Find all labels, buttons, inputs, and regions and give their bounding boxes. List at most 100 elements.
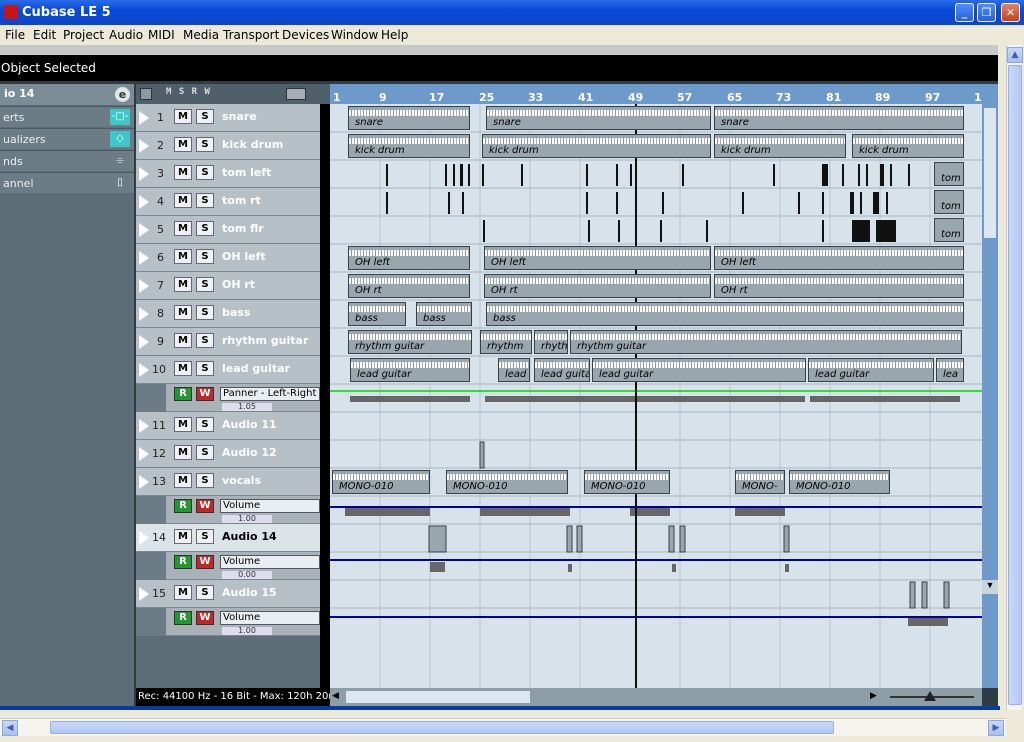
scroll-right-icon[interactable]: ▶	[988, 720, 1004, 736]
audio-event[interactable]: lead	[498, 358, 530, 382]
expand-arrow-icon[interactable]	[139, 167, 149, 181]
track-row[interactable]: 12 M S Audio 12	[136, 440, 330, 468]
audio-event[interactable]: MONO-010	[789, 470, 890, 494]
audio-event[interactable]: bass	[486, 302, 964, 326]
expand-arrow-icon[interactable]	[139, 335, 149, 349]
expand-arrow-icon[interactable]	[139, 363, 149, 377]
mute-button[interactable]: M	[174, 221, 192, 236]
track-name[interactable]: OH rt	[222, 278, 255, 291]
menu-transport[interactable]: Transport	[223, 28, 279, 42]
inspector-track-title[interactable]: io 14 e	[0, 84, 134, 105]
inspector-section-channel[interactable]: annel ▯	[0, 172, 134, 193]
audio-event[interactable]: snare	[486, 106, 711, 130]
solo-button[interactable]: S	[196, 249, 214, 264]
audio-event[interactable]: lea	[936, 358, 964, 382]
mute-button[interactable]: M	[174, 277, 192, 292]
solo-button[interactable]: S	[196, 585, 214, 600]
automation-parameter-select[interactable]: Volume	[220, 555, 320, 569]
window-vertical-scrollbar[interactable]: ▲	[1006, 45, 1023, 710]
solo-button[interactable]: S	[196, 361, 214, 376]
automation-lane[interactable]: R W Volume 1.00	[136, 496, 330, 524]
track-name[interactable]: OH left	[222, 250, 266, 263]
expand-arrow-icon[interactable]	[139, 475, 149, 489]
solo-button[interactable]: S	[196, 165, 214, 180]
read-automation-button[interactable]: R	[174, 499, 192, 513]
track-name[interactable]: tom left	[222, 166, 271, 179]
audio-event[interactable]: rhyth	[534, 330, 568, 354]
track-row[interactable]: 6 M S OH left	[136, 244, 330, 272]
mute-button[interactable]: M	[174, 249, 192, 264]
track-name[interactable]: snare	[222, 110, 257, 123]
solo-button[interactable]: S	[196, 445, 214, 460]
solo-button[interactable]: S	[196, 333, 214, 348]
track-name[interactable]: tom flr	[222, 222, 264, 235]
scroll-thumb[interactable]	[346, 691, 530, 703]
audio-event[interactable]: OH rt	[714, 274, 964, 298]
solo-button[interactable]: S	[196, 277, 214, 292]
track-row[interactable]: 13 M Svocals	[136, 468, 330, 496]
mute-button[interactable]: M	[174, 193, 192, 208]
automation-lane[interactable]: R W Volume 0.00	[136, 552, 330, 580]
solo-button[interactable]: S	[196, 137, 214, 152]
track-row[interactable]: 3 M Stom left	[136, 160, 330, 188]
solo-button[interactable]: S	[196, 473, 214, 488]
track-name[interactable]: bass	[222, 306, 250, 319]
mute-button[interactable]: M	[174, 361, 192, 376]
track-name[interactable]: lead guitar	[222, 362, 290, 375]
audio-event[interactable]: rhythm	[480, 330, 532, 354]
expand-arrow-icon[interactable]	[139, 419, 149, 433]
inspector-section-sends[interactable]: nds ⌯	[0, 150, 134, 171]
audio-event[interactable]: OH left	[714, 246, 964, 270]
inserts-icon[interactable]: -□-	[110, 109, 130, 125]
scroll-right-icon[interactable]: ▶	[870, 690, 882, 704]
event-display[interactable]	[330, 104, 982, 688]
write-automation-button[interactable]: W	[196, 611, 214, 625]
menu-window[interactable]: Window	[331, 28, 378, 42]
audio-event[interactable]: OH rt	[348, 274, 470, 298]
menu-edit[interactable]: Edit	[33, 28, 56, 42]
audio-event[interactable]: OH left	[484, 246, 711, 270]
scroll-thumb[interactable]	[50, 721, 834, 734]
write-automation-button[interactable]: W	[196, 499, 214, 513]
audio-event[interactable]: kick drum	[482, 134, 711, 158]
menu-project[interactable]: Project	[63, 28, 104, 42]
track-row[interactable]: 15 M S Audio 15	[136, 580, 330, 608]
track-row[interactable]: 5 M Stom flr	[136, 216, 330, 244]
expand-arrow-icon[interactable]	[139, 279, 149, 293]
audio-event[interactable]: tom	[934, 162, 964, 186]
mute-button[interactable]: M	[174, 137, 192, 152]
track-list-menu-icon[interactable]	[140, 88, 152, 100]
automation-lane[interactable]: R W Panner - Left-Right 1.05	[136, 384, 330, 412]
track-name[interactable]: tom rt	[222, 194, 261, 207]
menu-file[interactable]: File	[5, 28, 25, 42]
scroll-up-icon[interactable]: ▲	[1007, 47, 1023, 63]
audio-event[interactable]: MONO-010	[332, 470, 430, 494]
automation-parameter-select[interactable]: Panner - Left-Right	[220, 387, 320, 401]
track-row[interactable]: 8 M Sbass	[136, 300, 330, 328]
audio-event[interactable]: bass	[416, 302, 472, 326]
track-name[interactable]: vocals	[222, 474, 261, 487]
track-row[interactable]: 9 M Srhythm guitar	[136, 328, 330, 356]
mute-button[interactable]: M	[174, 445, 192, 460]
solo-button[interactable]: S	[196, 417, 214, 432]
menu-help[interactable]: Help	[381, 28, 408, 42]
menu-devices[interactable]: Devices	[282, 28, 329, 42]
expand-arrow-icon[interactable]	[139, 587, 149, 601]
track-name[interactable]: Audio 11	[222, 418, 277, 431]
mute-button[interactable]: M	[174, 165, 192, 180]
menu-midi[interactable]: MIDI	[148, 28, 175, 42]
track-row[interactable]: 4 M Stom rt	[136, 188, 330, 216]
scroll-thumb[interactable]	[984, 108, 996, 238]
scroll-left-icon[interactable]: ◀	[2, 720, 18, 736]
solo-button[interactable]: S	[196, 193, 214, 208]
track-row[interactable]: 11 M S Audio 11	[136, 412, 330, 440]
inspector-section-inserts[interactable]: erts -□-	[0, 106, 134, 127]
audio-event[interactable]: kick drum	[714, 134, 846, 158]
audio-event[interactable]: lead guitar	[808, 358, 934, 382]
scroll-left-icon[interactable]: ◀	[332, 690, 344, 704]
zoom-slider-handle[interactable]	[924, 691, 936, 701]
minimize-icon[interactable]: _	[955, 3, 974, 22]
read-automation-button[interactable]: R	[174, 555, 192, 569]
audio-event[interactable]: MONO-010	[584, 470, 670, 494]
audio-event[interactable]: kick drum	[348, 134, 470, 158]
